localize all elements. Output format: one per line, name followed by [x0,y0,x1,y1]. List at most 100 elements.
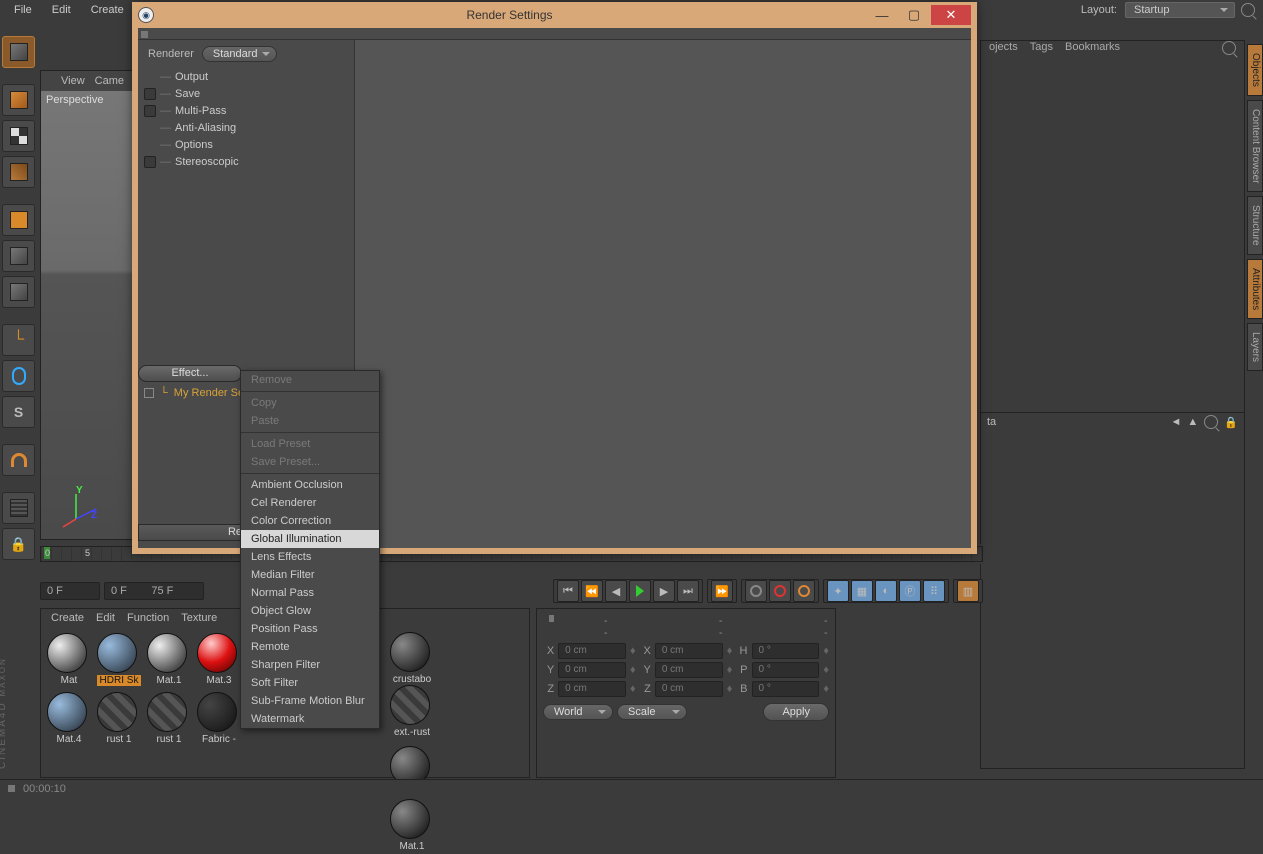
ctx-object-glow[interactable]: Object Glow [241,602,379,620]
material-rust-1[interactable]: rust 1 [147,692,191,745]
opt-scale[interactable]: ▦ [851,580,873,602]
viewport-menu-view[interactable]: View [61,75,85,87]
frame-start[interactable]: 0 F [40,582,100,600]
tool-edges[interactable] [2,240,35,272]
coord-input[interactable]: 0 cm [558,662,626,678]
close-button[interactable]: ✕ [931,5,971,25]
rs-item-save[interactable]: —Save [138,85,354,102]
rs-item-options[interactable]: —Options [138,136,354,153]
play[interactable] [629,580,651,602]
ctx-position-pass[interactable]: Position Pass [241,620,379,638]
ctx-global-illumination[interactable]: Global Illumination [241,530,379,548]
menu-create[interactable]: Create [83,2,132,18]
checkbox[interactable] [144,156,156,168]
coord-input[interactable]: 0 cm [655,662,723,678]
coord-input[interactable]: 0 ° [752,643,820,659]
material-hdri-sk[interactable]: HDRI Sk [97,633,141,686]
ctx-soft-filter[interactable]: Soft Filter [241,674,379,692]
ctx-watermark[interactable]: Watermark [241,710,379,728]
apply-button[interactable]: Apply [763,703,829,721]
tool-mouse[interactable] [2,360,35,392]
material-rust-1[interactable]: rust 1 [97,692,141,745]
coord-input[interactable]: 0 ° [752,681,820,697]
checkbox[interactable] [144,105,156,117]
goto-start[interactable]: ⏮ [557,580,579,602]
rs-item-stereoscopic[interactable]: —Stereoscopic [138,153,354,170]
search-icon[interactable] [1204,415,1218,429]
rtab-objects[interactable]: Objects [1247,44,1263,96]
coord-mode-dd[interactable]: Scale [617,704,687,720]
autokey[interactable] [769,580,791,602]
material-mat-3[interactable]: Mat.3 [197,633,241,686]
tool-grid[interactable] [2,492,35,524]
ctx-sub-frame-motion-blur[interactable]: Sub-Frame Motion Blur [241,692,379,710]
ctx-color-correction[interactable]: Color Correction [241,512,379,530]
layout-dropdown[interactable]: Startup [1125,2,1235,18]
tool-magnet[interactable] [2,444,35,476]
coord-space-dd[interactable]: World [543,704,613,720]
tab-tags[interactable]: Tags [1030,41,1053,57]
rs-item-multi-pass[interactable]: —Multi-Pass [138,102,354,119]
coord-input[interactable]: 0 ° [752,662,820,678]
ctx-sharpen-filter[interactable]: Sharpen Filter [241,656,379,674]
material-mat-1[interactable]: Mat.1 [147,633,191,686]
maximize-button[interactable]: ▢ [899,5,929,25]
goto-next-key[interactable]: ⏩ [711,580,733,602]
material-mat[interactable]: Mat [47,633,91,686]
rtab-structure[interactable]: Structure [1247,196,1263,255]
ctx-median-filter[interactable]: Median Filter [241,566,379,584]
search-icon[interactable] [1222,41,1236,55]
ctx-lens-effects[interactable]: Lens Effects [241,548,379,566]
coord-input[interactable]: 0 cm [655,643,723,659]
viewport-menu-cameras[interactable]: Came [95,75,124,87]
tool-polys[interactable] [2,276,35,308]
coord-input[interactable]: 0 cm [558,643,626,659]
tab-objects[interactable]: ojects [989,41,1018,57]
opt-param[interactable]: Ⓟ [899,580,921,602]
material-ext-rust[interactable]: ext.-rust [390,685,434,738]
rtab-layers[interactable]: Layers [1247,323,1263,371]
search-icon[interactable] [1241,3,1255,17]
mat-menu-texture[interactable]: Texture [181,612,217,624]
lock-icon[interactable]: 🔒 [1224,416,1238,429]
ctx-normal-pass[interactable]: Normal Pass [241,584,379,602]
menu-edit[interactable]: Edit [44,2,79,18]
tool-texture[interactable] [2,120,35,152]
mat-menu-function[interactable]: Function [127,612,169,624]
frame-current[interactable]: 0 F 75 F [104,582,204,600]
tab-bookmarks[interactable]: Bookmarks [1065,41,1120,57]
opt-pla[interactable]: ⠿ [923,580,945,602]
material-crustabo[interactable]: crustabo [390,632,434,685]
arrow-up-icon[interactable]: ▲ [1187,416,1198,428]
ctx-ambient-occlusion[interactable]: Ambient Occlusion [241,476,379,494]
mat-menu-create[interactable]: Create [51,612,84,624]
rtab-content-browser[interactable]: Content Browser [1247,100,1263,192]
opt-rot[interactable]: ◐ [875,580,897,602]
tool-snap[interactable]: S [2,396,35,428]
checkbox[interactable] [144,88,156,100]
coord-input[interactable]: 0 cm [655,681,723,697]
rtab-attributes[interactable]: Attributes [1247,259,1263,319]
rs-item-output[interactable]: —Output [138,68,354,85]
record[interactable] [745,580,767,602]
coord-input[interactable]: 0 cm [558,681,626,697]
material-mat-4[interactable]: Mat.4 [47,692,91,745]
tool-model[interactable] [2,36,35,68]
step-back[interactable]: ◀ [605,580,627,602]
tool-workplane[interactable] [2,156,35,188]
ctx-cel-renderer[interactable]: Cel Renderer [241,494,379,512]
keyframe-sel[interactable] [793,580,815,602]
menu-file[interactable]: File [6,2,40,18]
step-back-key[interactable]: ⏪ [581,580,603,602]
tool-lock[interactable]: 🔒 [2,528,35,560]
renderer-dropdown[interactable]: Standard [202,46,277,62]
window-titlebar[interactable]: ◉ Render Settings — ▢ ✕ [132,2,977,28]
ctx-remote[interactable]: Remote [241,638,379,656]
rs-item-anti-aliasing[interactable]: —Anti-Aliasing [138,119,354,136]
effect-button[interactable]: Effect... [138,365,242,382]
minimize-button[interactable]: — [867,5,897,25]
tool-cube[interactable] [2,84,35,116]
material-fabric-[interactable]: Fabric - [197,692,241,745]
tool-points[interactable] [2,204,35,236]
step-fwd[interactable]: ▶ [653,580,675,602]
